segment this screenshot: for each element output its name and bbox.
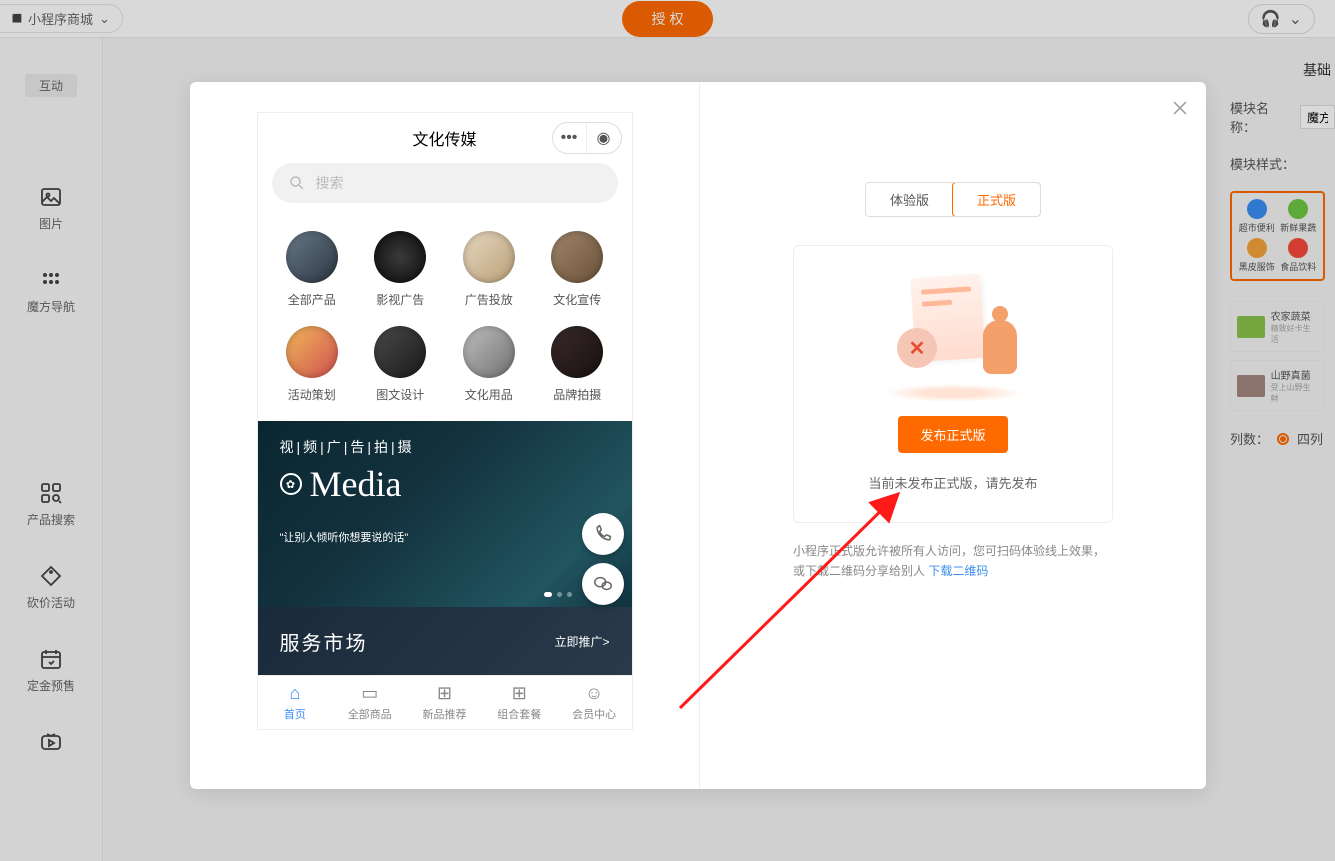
phone-title: 文化传媒 <box>412 126 476 150</box>
wechat-icon <box>592 573 614 595</box>
home-icon: ⌂ <box>289 683 300 704</box>
category-item[interactable]: 广告投放 <box>445 231 534 308</box>
carousel-dots <box>544 592 572 597</box>
publish-description: 小程序正式版允许被所有人访问，您可扫码体验线上效果，或下载二维码分享给别人 下载… <box>793 541 1113 582</box>
publish-official-button[interactable]: 发布正式版 <box>898 416 1007 453</box>
tab-member[interactable]: ☺会员中心 <box>557 676 632 729</box>
publish-card: ✕ 发布正式版 当前未发布正式版，请先发布 <box>793 245 1113 523</box>
category-item[interactable]: 品牌拍摄 <box>533 326 622 403</box>
download-qr-link[interactable]: 下载二维码 <box>928 564 988 578</box>
version-tabs: 体验版 正式版 <box>865 182 1041 217</box>
service-title: 服务市场 <box>280 627 368 656</box>
phone-header: 文化传媒 ••• ◉ <box>258 113 632 163</box>
wechat-float-button[interactable] <box>582 563 624 605</box>
search-icon <box>288 174 306 192</box>
category-item[interactable]: 影视广告 <box>356 231 445 308</box>
more-icon[interactable]: ••• <box>553 123 587 153</box>
grid-icon: ⊞ <box>512 683 527 704</box>
category-item[interactable]: 文化用品 <box>445 326 534 403</box>
banner-overline: 视|频|广|告|拍|摄 <box>280 437 610 457</box>
banner-title: ✿ Media <box>280 463 610 505</box>
banner[interactable]: 视|频|广|告|拍|摄 ✿ Media "让别人倾听你想要说的话" <box>258 421 632 607</box>
service-link: 立即推广> <box>554 633 609 650</box>
publish-column: 体验版 正式版 ✕ 发布正式版 当前未发布正式版，请先发布 小程序正式版允许被所… <box>700 82 1206 789</box>
user-icon: ☺ <box>585 683 603 704</box>
grid-icon: ⊞ <box>437 683 452 704</box>
tab-trial-version[interactable]: 体验版 <box>866 183 953 216</box>
publish-hint: 当前未发布正式版，请先发布 <box>868 473 1037 492</box>
error-circle-icon: ✕ <box>897 328 937 368</box>
wallet-icon: ▭ <box>361 683 378 704</box>
banner-subtitle: "让别人倾听你想要说的话" <box>280 529 610 545</box>
empty-illustration: ✕ <box>883 276 1023 396</box>
category-item[interactable]: 全部产品 <box>268 231 357 308</box>
phone-menu: ••• ◉ <box>552 122 622 154</box>
tab-home[interactable]: ⌂首页 <box>258 676 333 729</box>
phone-icon <box>593 524 613 544</box>
category-item[interactable]: 图文设计 <box>356 326 445 403</box>
phone-float-button[interactable] <box>582 513 624 555</box>
tab-bundle[interactable]: ⊞组合套餐 <box>482 676 557 729</box>
tab-all-products[interactable]: ▭全部商品 <box>332 676 407 729</box>
tab-bar: ⌂首页 ▭全部商品 ⊞新品推荐 ⊞组合套餐 ☺会员中心 <box>258 675 632 729</box>
category-grid: 全部产品 影视广告 广告投放 文化宣传 活动策划 图文设计 文化用品 品牌拍摄 <box>258 217 632 421</box>
search-placeholder: 搜索 <box>316 173 344 193</box>
search-bar[interactable]: 搜索 <box>272 163 618 203</box>
category-item[interactable]: 活动策划 <box>268 326 357 403</box>
tab-new[interactable]: ⊞新品推荐 <box>407 676 482 729</box>
publish-modal: 文化传媒 ••• ◉ 搜索 全部产品 影视广告 广告投放 文化宣传 活动策划 图… <box>190 82 1206 789</box>
phone-preview: 文化传媒 ••• ◉ 搜索 全部产品 影视广告 广告投放 文化宣传 活动策划 图… <box>257 112 633 730</box>
tab-official-version[interactable]: 正式版 <box>952 182 1041 217</box>
film-reel-icon: ✿ <box>280 473 302 495</box>
target-icon[interactable]: ◉ <box>587 123 621 153</box>
preview-column: 文化传媒 ••• ◉ 搜索 全部产品 影视广告 广告投放 文化宣传 活动策划 图… <box>190 82 700 789</box>
service-bar[interactable]: 服务市场 立即推广> <box>258 607 632 675</box>
category-item[interactable]: 文化宣传 <box>533 231 622 308</box>
